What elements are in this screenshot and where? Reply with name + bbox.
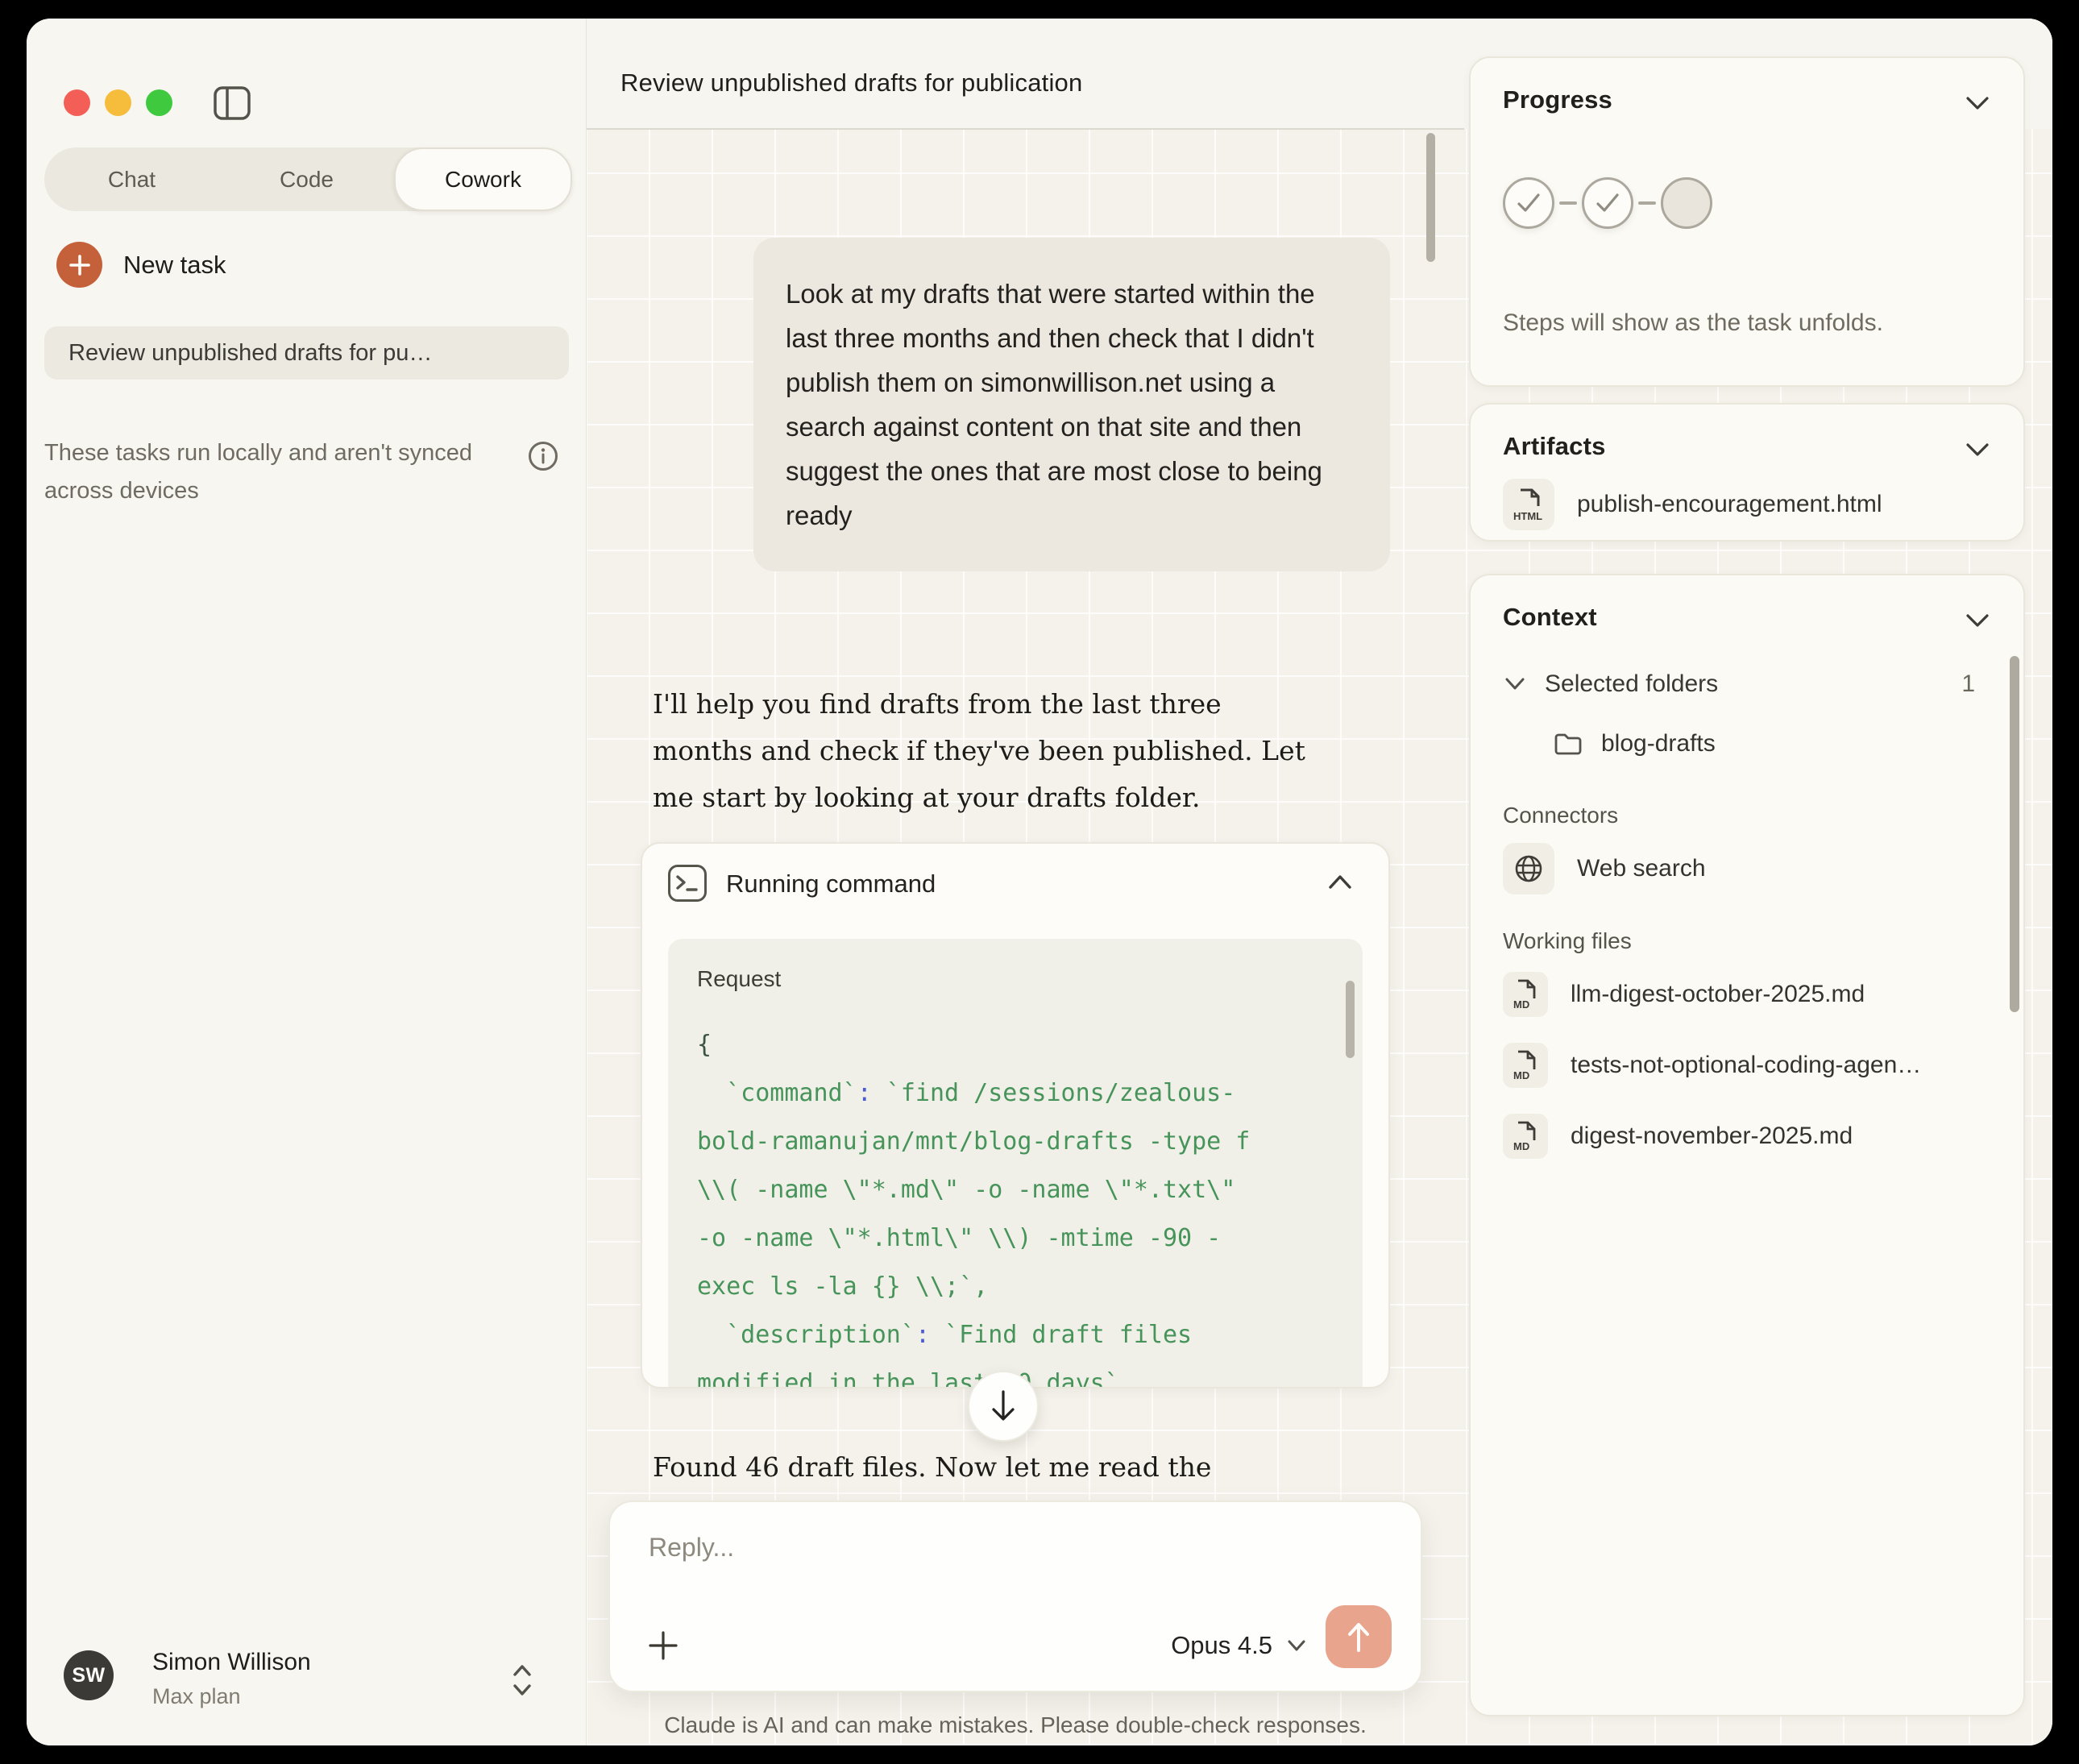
task-list-item[interactable]: Review unpublished drafts for pu…	[44, 326, 569, 380]
tab-cowork-label: Cowork	[445, 167, 521, 193]
svg-text:MD: MD	[1513, 1069, 1529, 1081]
local-sync-note: These tasks run locally and aren't synce…	[44, 434, 496, 510]
tab-chat[interactable]: Chat	[44, 147, 219, 211]
selected-folders-count: 1	[1961, 670, 1975, 698]
tab-chat-label: Chat	[108, 167, 156, 193]
working-file-name: llm-digest-october-2025.md	[1571, 981, 1865, 1008]
folder-name: blog-drafts	[1601, 730, 1716, 757]
tab-code-label: Code	[280, 167, 334, 193]
globe-icon	[1503, 843, 1554, 894]
chevron-down-icon	[1285, 1637, 1308, 1654]
request-label: Request	[697, 966, 1334, 992]
step-connector	[1559, 201, 1577, 205]
user-message-bubble: Look at my drafts that were started with…	[753, 238, 1390, 571]
md-file-icon: MD	[1503, 1043, 1548, 1088]
step-connector	[1638, 201, 1656, 205]
task-list-item-label: Review unpublished drafts for pu…	[44, 340, 432, 367]
chevron-down-icon[interactable]	[1962, 93, 1993, 113]
arrow-up-icon	[1344, 1620, 1373, 1654]
connector-item[interactable]: Web search	[1503, 843, 1706, 894]
code-scrollbar[interactable]	[1346, 981, 1355, 1058]
sidebar: Chat Code Cowork New task Review unpubli…	[27, 19, 587, 1745]
working-file-item[interactable]: MD llm-digest-october-2025.md	[1503, 972, 1865, 1017]
plus-icon	[56, 242, 102, 288]
account-plan: Max plan	[152, 1684, 241, 1709]
tool-call-title: Running command	[726, 870, 936, 899]
chevron-up-icon[interactable]	[1324, 871, 1356, 892]
html-file-icon: HTML	[1503, 479, 1554, 530]
close-window-button[interactable]	[64, 89, 90, 116]
header-divider	[587, 128, 1464, 130]
send-button[interactable]	[1326, 1605, 1392, 1668]
sidebar-toggle-icon[interactable]	[214, 86, 251, 120]
progress-steps	[1503, 177, 1712, 229]
progress-title: Progress	[1503, 85, 1612, 114]
context-title: Context	[1503, 603, 1597, 632]
tool-call-header[interactable]: Running command	[642, 844, 1388, 928]
new-task-button[interactable]: New task	[56, 242, 226, 288]
step-pending	[1661, 177, 1712, 229]
zoom-window-button[interactable]	[146, 89, 172, 116]
attach-button[interactable]	[645, 1628, 681, 1663]
chevron-down-icon[interactable]	[1962, 440, 1993, 459]
chevron-up-down-icon	[510, 1660, 534, 1700]
terminal-icon	[668, 865, 707, 902]
tool-request-block: Request { `command`: `find /sessions/zea…	[668, 939, 1363, 1388]
artifact-name: publish-encouragement.html	[1577, 491, 1882, 518]
working-file-item[interactable]: MD tests-not-optional-coding-agen…	[1503, 1043, 1921, 1088]
working-file-name: tests-not-optional-coding-agen…	[1571, 1052, 1921, 1079]
svg-text:HTML: HTML	[1513, 510, 1542, 522]
artifacts-title: Artifacts	[1503, 432, 1606, 461]
context-card: Context Selected folders 1 blog-drafts C…	[1469, 574, 2025, 1716]
ai-disclaimer: Claude is AI and can make mistakes. Plea…	[608, 1712, 1422, 1738]
folder-item[interactable]: blog-drafts	[1553, 730, 1716, 757]
tab-code[interactable]: Code	[219, 147, 394, 211]
md-file-icon: MD	[1503, 1114, 1548, 1159]
working-file-item[interactable]: MD digest-november-2025.md	[1503, 1114, 1853, 1159]
composer[interactable]: Reply... Opus 4.5	[608, 1500, 1422, 1692]
progress-hint: Steps will show as the task unfolds.	[1503, 309, 1883, 337]
working-files-label: Working files	[1503, 928, 1632, 954]
window-controls	[64, 89, 172, 116]
arrow-down-icon	[988, 1388, 1019, 1424]
plus-icon	[645, 1628, 681, 1663]
app-window: Review unpublished drafts for publicatio…	[27, 19, 2052, 1745]
chevron-down-icon	[1503, 676, 1527, 692]
chat-scrollbar[interactable]	[1426, 133, 1435, 262]
task-label-fade	[456, 326, 569, 380]
assistant-message: I'll help you find drafts from the last …	[653, 681, 1305, 821]
folder-icon	[1553, 731, 1583, 757]
tab-cowork[interactable]: Cowork	[394, 147, 572, 211]
avatar: SW	[64, 1650, 114, 1700]
artifact-item[interactable]: HTML publish-encouragement.html	[1503, 479, 1882, 530]
context-scrollbar[interactable]	[2010, 656, 2019, 1012]
working-file-name: digest-november-2025.md	[1571, 1123, 1853, 1150]
account-menu[interactable]: SW Simon Willison Max plan	[51, 1649, 562, 1713]
page-title: Review unpublished drafts for publicatio…	[620, 68, 1082, 98]
svg-text:MD: MD	[1513, 1140, 1529, 1152]
user-message-text: Look at my drafts that were started with…	[786, 272, 1358, 538]
step-complete	[1582, 177, 1633, 229]
selected-folders-label: Selected folders	[1545, 670, 1718, 698]
selected-folders-toggle[interactable]: Selected folders	[1503, 670, 1718, 698]
artifacts-card: Artifacts HTML publish-encouragement.htm…	[1469, 403, 2025, 542]
connector-name: Web search	[1577, 855, 1706, 882]
step-complete	[1503, 177, 1554, 229]
model-name: Opus 4.5	[1171, 1631, 1272, 1660]
account-name: Simon Willison	[152, 1649, 311, 1676]
tool-call-card[interactable]: Running command Request { `command`: `fi…	[641, 842, 1390, 1388]
new-task-label: New task	[123, 251, 226, 280]
progress-card: Progress Steps will show as the task unf…	[1469, 56, 2025, 387]
svg-text:MD: MD	[1513, 998, 1529, 1011]
request-json: { `command`: `find /sessions/zealous- bo…	[697, 1021, 1334, 1388]
info-icon[interactable]	[528, 441, 558, 471]
reply-input[interactable]: Reply...	[649, 1533, 734, 1563]
chevron-down-icon[interactable]	[1962, 611, 1993, 630]
connectors-label: Connectors	[1503, 803, 1618, 828]
scroll-to-bottom-button[interactable]	[968, 1371, 1039, 1442]
md-file-icon: MD	[1503, 972, 1548, 1017]
minimize-window-button[interactable]	[105, 89, 131, 116]
mode-tabs: Chat Code Cowork	[44, 147, 572, 211]
model-selector[interactable]: Opus 4.5	[1171, 1631, 1308, 1660]
